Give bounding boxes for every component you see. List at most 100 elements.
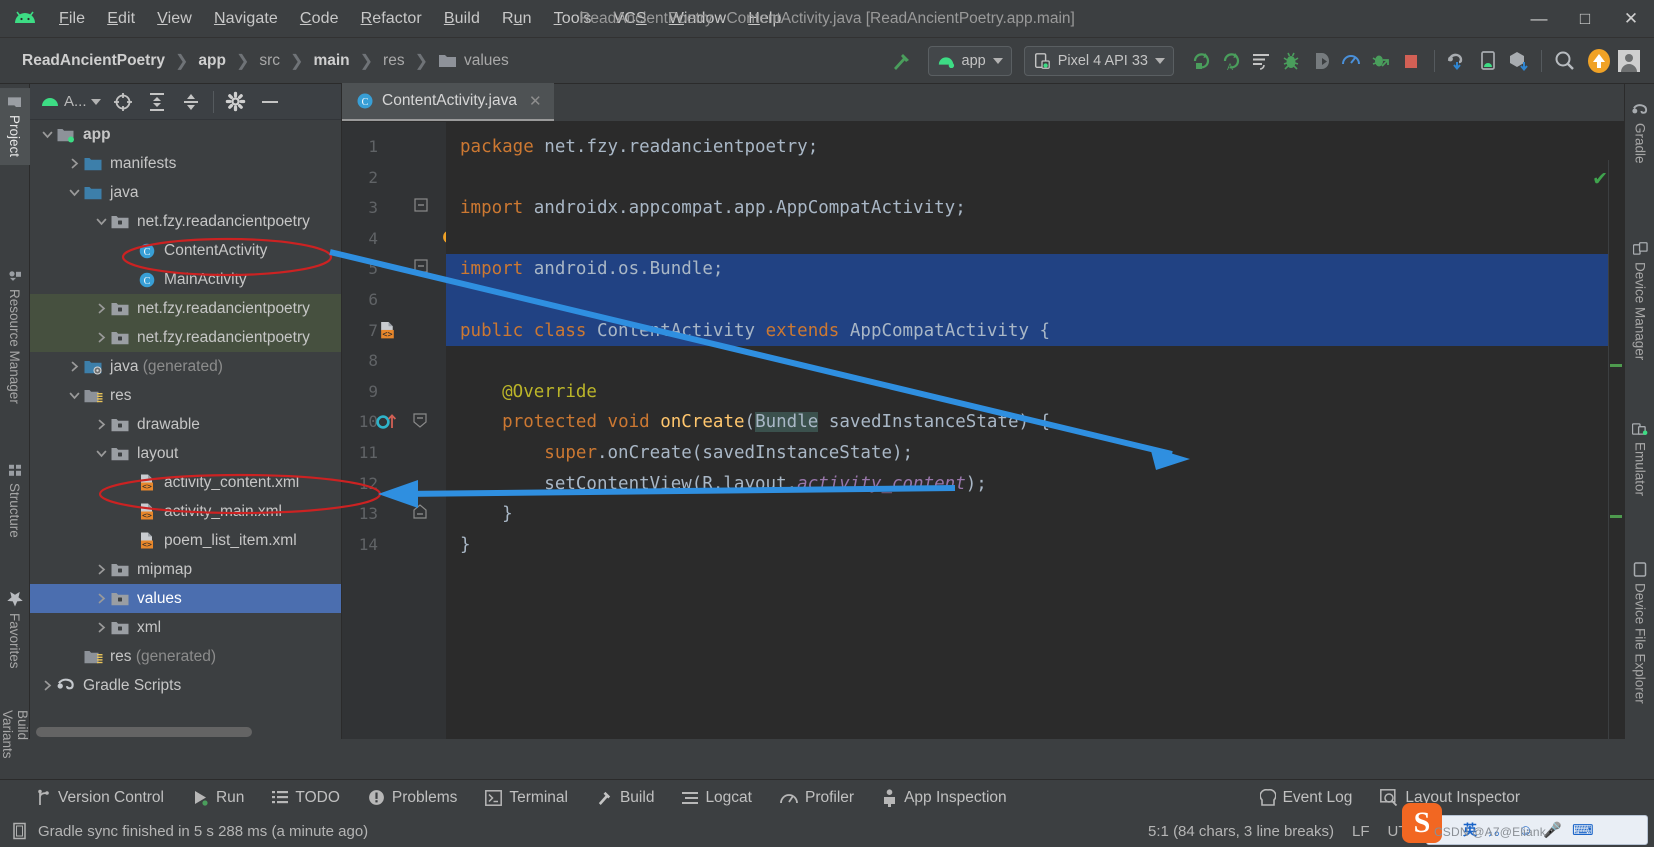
chevron-right-icon[interactable] (92, 590, 110, 608)
menu-edit[interactable]: Edit (96, 6, 146, 32)
breadcrumb-item-values[interactable]: values (434, 52, 513, 70)
chevron-down-icon[interactable] (65, 184, 83, 202)
breadcrumb-item-app[interactable]: app (194, 52, 230, 70)
tree-node-manifests[interactable]: manifests (30, 149, 341, 178)
bottom-tool-app-inspection[interactable]: App Inspection (868, 780, 1021, 816)
chevron-right-icon[interactable] (92, 300, 110, 318)
maximize-button[interactable]: □ (1562, 0, 1608, 38)
select-opened-file-icon[interactable] (107, 87, 139, 117)
minimize-button[interactable]: — (1516, 0, 1562, 38)
bottom-tool-profiler[interactable]: Profiler (766, 780, 868, 816)
bottom-tool-build[interactable]: Build (582, 780, 668, 816)
menu-navigate[interactable]: Navigate (203, 6, 289, 32)
marker-scrollbar[interactable] (1608, 160, 1624, 739)
chevron-down-icon[interactable] (92, 213, 110, 231)
expand-all-icon[interactable] (141, 87, 173, 117)
tool-button-project[interactable]: Project (0, 88, 30, 166)
chevron-right-icon[interactable] (65, 358, 83, 376)
chevron-right-icon[interactable] (65, 155, 83, 173)
settings-gear-icon[interactable] (220, 87, 252, 117)
collapse-all-icon[interactable] (175, 87, 207, 117)
inspection-ok-icon[interactable]: ✔ (1592, 168, 1608, 191)
menu-help[interactable]: Help (737, 6, 792, 32)
fold-minus-icon[interactable] (414, 259, 428, 278)
tool-button-favorites[interactable]: Favorites (0, 584, 30, 677)
breadcrumb-item-res[interactable]: res (379, 52, 409, 70)
account-avatar[interactable] (1614, 46, 1644, 76)
breadcrumb-item-src[interactable]: src (255, 52, 284, 70)
chevron-right-icon[interactable] (92, 416, 110, 434)
tree-node-contentactivity[interactable]: C ContentActivity (30, 236, 341, 265)
bottom-tool-logcat[interactable]: Logcat (668, 780, 766, 816)
chevron-down-icon[interactable] (65, 387, 83, 405)
tool-button-gradle[interactable]: Gradle (1625, 96, 1654, 172)
update-icon[interactable] (1584, 46, 1614, 76)
bottom-tool-layout-inspector[interactable]: Layout Inspector (1366, 780, 1534, 816)
chevron-down-icon[interactable] (38, 126, 56, 144)
ime-keyboard-icon[interactable]: ⌨ (1572, 821, 1594, 839)
tab-content-activity-java[interactable]: C ContentActivity.java ✕ (342, 83, 554, 121)
hide-panel-icon[interactable] (254, 87, 286, 117)
tree-node-activity_content.xml[interactable]: <> activity_content.xml (30, 468, 341, 497)
close-button[interactable]: ✕ (1608, 0, 1654, 38)
tree-node-java[interactable]: java (30, 178, 341, 207)
bottom-tool-problems[interactable]: Problems (354, 780, 471, 816)
tool-button-structure[interactable]: Structure (0, 456, 30, 546)
fold-region-icon[interactable] (412, 412, 428, 433)
chevron-right-icon[interactable] (38, 677, 56, 695)
menu-run[interactable]: Run (491, 6, 543, 32)
tool-button-emulator[interactable]: Emulator (1625, 414, 1654, 504)
breadcrumb-item-main[interactable]: main (309, 52, 353, 70)
code-editor[interactable]: 1 2 3 4 5 6 7 8 9 10 11 12 13 14 <> package net.fzy.re… (342, 122, 1624, 739)
search-everywhere-icon[interactable] (1550, 46, 1580, 76)
tool-button-build-variants[interactable]: Build Variants (0, 696, 30, 767)
tree-node-gradle-scripts[interactable]: Gradle Scripts (30, 671, 341, 700)
menu-code[interactable]: Code (289, 6, 350, 32)
caret-position[interactable]: 5:1 (84 chars, 3 line breaks) (1148, 823, 1334, 840)
close-icon[interactable]: ✕ (529, 92, 542, 110)
attach-debugger-icon[interactable] (1306, 46, 1336, 76)
bottom-tool-version-control[interactable]: Version Control (22, 780, 178, 816)
tree-node-java[interactable]: java (generated) (30, 352, 341, 381)
tree-node-res[interactable]: res (30, 381, 341, 410)
bottom-tool-terminal[interactable]: Terminal (471, 780, 582, 816)
chevron-right-icon[interactable] (92, 619, 110, 637)
line-separator[interactable]: LF (1352, 823, 1370, 840)
device-selector[interactable]: Pixel 4 API 33 (1023, 45, 1174, 76)
sdk-manager-icon[interactable] (1503, 46, 1533, 76)
apply-code-changes-icon[interactable] (1366, 46, 1396, 76)
menu-refactor[interactable]: Refactor (350, 6, 433, 32)
tree-node-app[interactable]: app (30, 120, 341, 149)
tree-node-activity_main.xml[interactable]: <> activity_main.xml (30, 497, 341, 526)
tree-node-res[interactable]: res (generated) (30, 642, 341, 671)
project-view-selector[interactable]: A... (36, 93, 105, 110)
make-project-icon[interactable] (886, 46, 916, 76)
stop-icon[interactable] (1396, 46, 1426, 76)
gradle-sync-icon[interactable] (1443, 46, 1473, 76)
chevron-right-icon[interactable] (92, 329, 110, 347)
code-text[interactable]: package net.fzy.readancientpoetry; import… (446, 122, 1624, 739)
chevron-right-icon[interactable] (92, 561, 110, 579)
tool-button-resource-manager[interactable]: Resource Manager (0, 262, 30, 412)
run-icon[interactable] (1186, 46, 1216, 76)
debug-icon[interactable] (1276, 46, 1306, 76)
breadcrumb-item-readancientpoetry[interactable]: ReadAncientPoetry (18, 52, 169, 70)
project-tree[interactable]: app manifests java net.fzy.readancientpoetr… (30, 120, 341, 721)
tree-node-mainactivity[interactable]: C MainActivity (30, 265, 341, 294)
project-horizontal-scrollbar[interactable] (36, 727, 252, 737)
menu-vcs[interactable]: VCS (602, 6, 657, 32)
tool-button-device-file-explorer[interactable]: Device File Explorer (1625, 554, 1654, 712)
tree-node-net.fzy.readancientpoetry[interactable]: net.fzy.readancientpoetry (30, 294, 341, 323)
run-with-coverage-icon[interactable]: A (1216, 46, 1246, 76)
bottom-tool-run[interactable]: Run (178, 780, 258, 816)
menu-build[interactable]: Build (433, 6, 491, 32)
ime-voice-icon[interactable]: 🎤 (1543, 821, 1562, 839)
tree-node-net.fzy.readancientpoetry[interactable]: net.fzy.readancientpoetry (30, 323, 341, 352)
tree-node-poem_list_item.xml[interactable]: <> poem_list_item.xml (30, 526, 341, 555)
menu-file[interactable]: File (48, 6, 96, 32)
tree-node-layout[interactable]: layout (30, 439, 341, 468)
menu-tools[interactable]: Tools (543, 6, 603, 32)
bottom-tool-event-log[interactable]: Event Log (1246, 780, 1367, 816)
tree-node-values[interactable]: values (30, 584, 341, 613)
bottom-tool-todo[interactable]: TODO (258, 780, 354, 816)
